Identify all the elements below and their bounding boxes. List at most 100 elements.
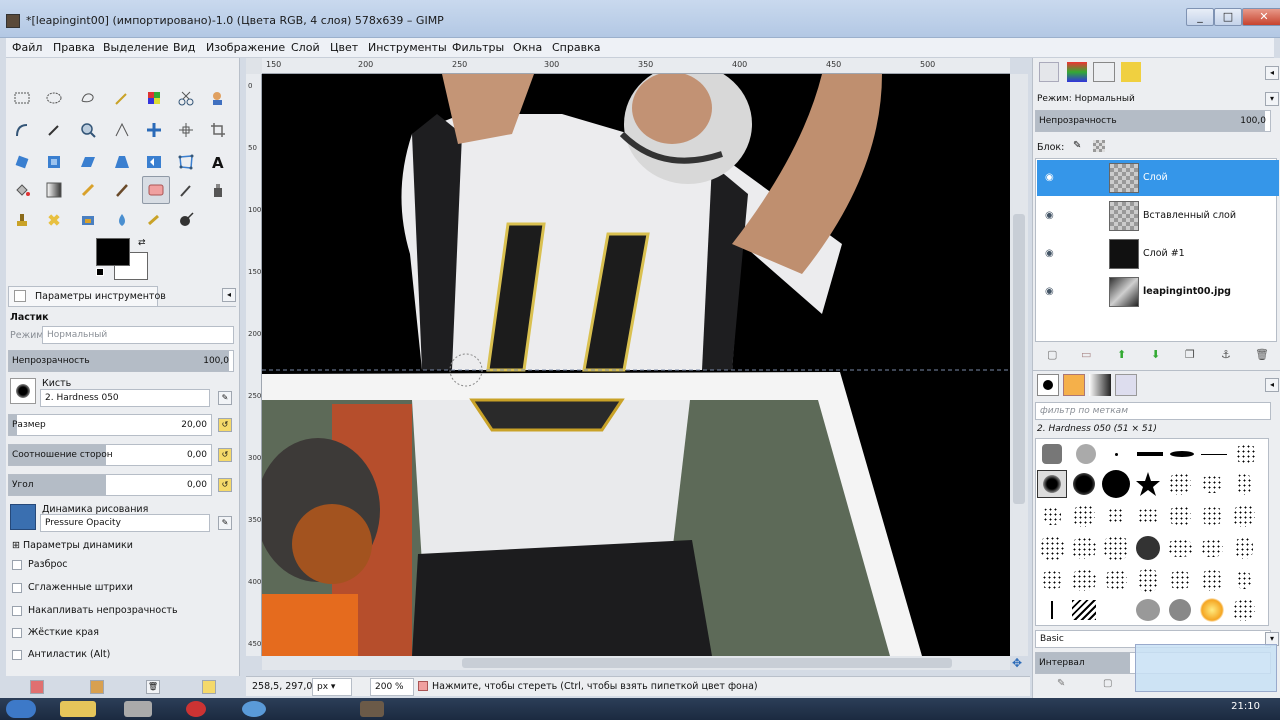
brush-item[interactable]	[1231, 440, 1261, 468]
visibility-eye-icon[interactable]: ◉	[1045, 172, 1057, 183]
brush-item[interactable]	[1069, 470, 1099, 498]
menu-layer[interactable]: Слой	[291, 41, 320, 54]
rotate-tool-icon[interactable]	[10, 150, 34, 174]
free-select-tool-icon[interactable]	[76, 86, 100, 110]
brush-item[interactable]	[1197, 566, 1227, 594]
menu-tools[interactable]: Инструменты	[368, 41, 447, 54]
mode-select[interactable]: Нормальный	[42, 326, 234, 344]
edit-brush-icon[interactable]: ✎	[218, 391, 232, 405]
reset-aspect-icon[interactable]: ↺	[218, 448, 232, 462]
dodge-burn-tool-icon[interactable]	[174, 208, 198, 232]
measure-tool-icon[interactable]	[110, 118, 134, 142]
brush-item[interactable]	[1197, 470, 1227, 498]
brush-item[interactable]	[1071, 440, 1101, 468]
ink-tool-icon[interactable]	[206, 178, 230, 202]
blend-tool-icon[interactable]	[42, 178, 66, 202]
minimize-button[interactable]: _	[1186, 8, 1214, 26]
brush-item[interactable]	[1197, 502, 1227, 530]
anchor-layer-icon[interactable]: ⚓	[1221, 348, 1231, 361]
opacity-slider[interactable]: Непрозрачность 100,0	[8, 350, 234, 372]
anti-erase-checkbox[interactable]	[12, 650, 22, 660]
edit-brush-dock-icon[interactable]: ✎	[1057, 678, 1065, 689]
layer-row[interactable]: ◉ Слой #1	[1037, 236, 1279, 272]
navigate-icon[interactable]: ✥	[1012, 656, 1026, 670]
unit-select[interactable]: px ▾	[312, 678, 352, 696]
bucket-fill-tool-icon[interactable]	[10, 178, 34, 202]
brush-item[interactable]	[1133, 596, 1163, 624]
brush-tag-filter[interactable]: фильтр по меткам	[1035, 402, 1271, 420]
layer-row[interactable]: ◉ Вставленный слой	[1037, 198, 1279, 234]
airbrush-tool-icon[interactable]	[174, 178, 198, 202]
taskbar-app-icon[interactable]	[124, 701, 152, 717]
lower-layer-icon[interactable]: ⬇	[1151, 348, 1160, 361]
dynamics-icon[interactable]	[10, 504, 36, 530]
hard-edge-checkbox[interactable]	[12, 628, 22, 638]
align-tool-icon[interactable]	[174, 118, 198, 142]
raise-layer-icon[interactable]: ⬆	[1117, 348, 1126, 361]
incremental-checkbox[interactable]	[12, 606, 22, 616]
select-by-color-tool-icon[interactable]	[142, 86, 166, 110]
blur-sharpen-tool-icon[interactable]	[110, 208, 134, 232]
visibility-eye-icon[interactable]: ◉	[1045, 248, 1057, 259]
brush-item[interactable]	[1101, 440, 1131, 468]
visibility-eye-icon[interactable]: ◉	[1045, 210, 1057, 221]
brush-item[interactable]	[1229, 502, 1259, 530]
flip-tool-icon[interactable]	[142, 150, 166, 174]
tab-channels-icon[interactable]	[1067, 62, 1087, 82]
start-button-icon[interactable]	[6, 700, 36, 718]
brush-item[interactable]	[1229, 566, 1259, 594]
brush-item[interactable]	[1069, 596, 1099, 624]
brushes-configure-icon[interactable]: ◂	[1265, 378, 1279, 392]
menu-colors[interactable]: Цвет	[330, 41, 358, 54]
cage-transform-tool-icon[interactable]	[174, 150, 198, 174]
save-options-icon[interactable]	[30, 680, 44, 694]
new-layer-group-icon[interactable]: ▭	[1081, 348, 1091, 361]
reset-size-icon[interactable]: ↺	[218, 418, 232, 432]
brush-item[interactable]	[1069, 502, 1099, 530]
menu-filters[interactable]: Фильтры	[452, 41, 504, 54]
paintbrush-tool-icon[interactable]	[110, 178, 134, 202]
brush-preview[interactable]	[10, 378, 36, 404]
horizontal-scroll-thumb[interactable]	[462, 658, 952, 668]
zoom-tool-icon[interactable]	[76, 118, 100, 142]
foreground-select-tool-icon[interactable]	[206, 86, 230, 110]
new-layer-icon[interactable]: ▢	[1047, 348, 1057, 361]
maximize-button[interactable]: □	[1214, 8, 1242, 26]
dock-configure-icon[interactable]: ◂	[1265, 66, 1279, 80]
size-slider[interactable]: Размер 20,00	[8, 414, 212, 436]
scatter-checkbox[interactable]	[12, 560, 22, 570]
brush-item[interactable]	[1135, 440, 1165, 468]
color-picker-tool-icon[interactable]	[42, 118, 66, 142]
dynamics-field[interactable]: Pressure Opacity	[40, 514, 210, 532]
brush-item[interactable]	[1165, 596, 1195, 624]
scale-tool-icon[interactable]	[42, 150, 66, 174]
visibility-eye-icon[interactable]: ◉	[1045, 286, 1057, 297]
brush-item[interactable]	[1069, 566, 1099, 594]
swap-colors-icon[interactable]: ⇄	[138, 238, 146, 248]
brush-field[interactable]: 2. Hardness 050	[40, 389, 210, 407]
tab-undo-icon[interactable]	[1121, 62, 1141, 82]
brush-item[interactable]	[1229, 534, 1259, 562]
reset-options-icon[interactable]	[202, 680, 216, 694]
configure-tab-icon[interactable]: ◂	[222, 288, 236, 302]
perspective-tool-icon[interactable]	[110, 150, 134, 174]
brush-item[interactable]	[1197, 534, 1227, 562]
taskbar-folder-icon[interactable]	[60, 701, 96, 717]
lock-alpha-icon[interactable]	[1093, 140, 1105, 152]
brush-item[interactable]	[1133, 502, 1163, 530]
tab-paths-icon[interactable]	[1093, 62, 1115, 82]
menu-file[interactable]: Файл	[12, 41, 42, 54]
lock-pixels-icon[interactable]: ✎	[1073, 140, 1081, 151]
brush-item[interactable]	[1165, 502, 1195, 530]
vertical-scroll-thumb[interactable]	[1013, 214, 1025, 504]
vertical-ruler[interactable]: 0 50 100 150 200 250 300 350 400 450	[246, 74, 262, 656]
paths-tool-icon[interactable]	[10, 118, 34, 142]
brush-item[interactable]	[1069, 534, 1099, 562]
ellipse-select-tool-icon[interactable]	[42, 86, 66, 110]
layer-row[interactable]: ◉ Слой	[1037, 160, 1279, 196]
clone-tool-icon[interactable]	[10, 208, 34, 232]
brush-item[interactable]	[1133, 534, 1163, 562]
brush-item[interactable]	[1133, 566, 1163, 594]
tab-patterns-icon[interactable]	[1063, 374, 1085, 396]
taskbar-browser-icon[interactable]	[186, 701, 206, 717]
